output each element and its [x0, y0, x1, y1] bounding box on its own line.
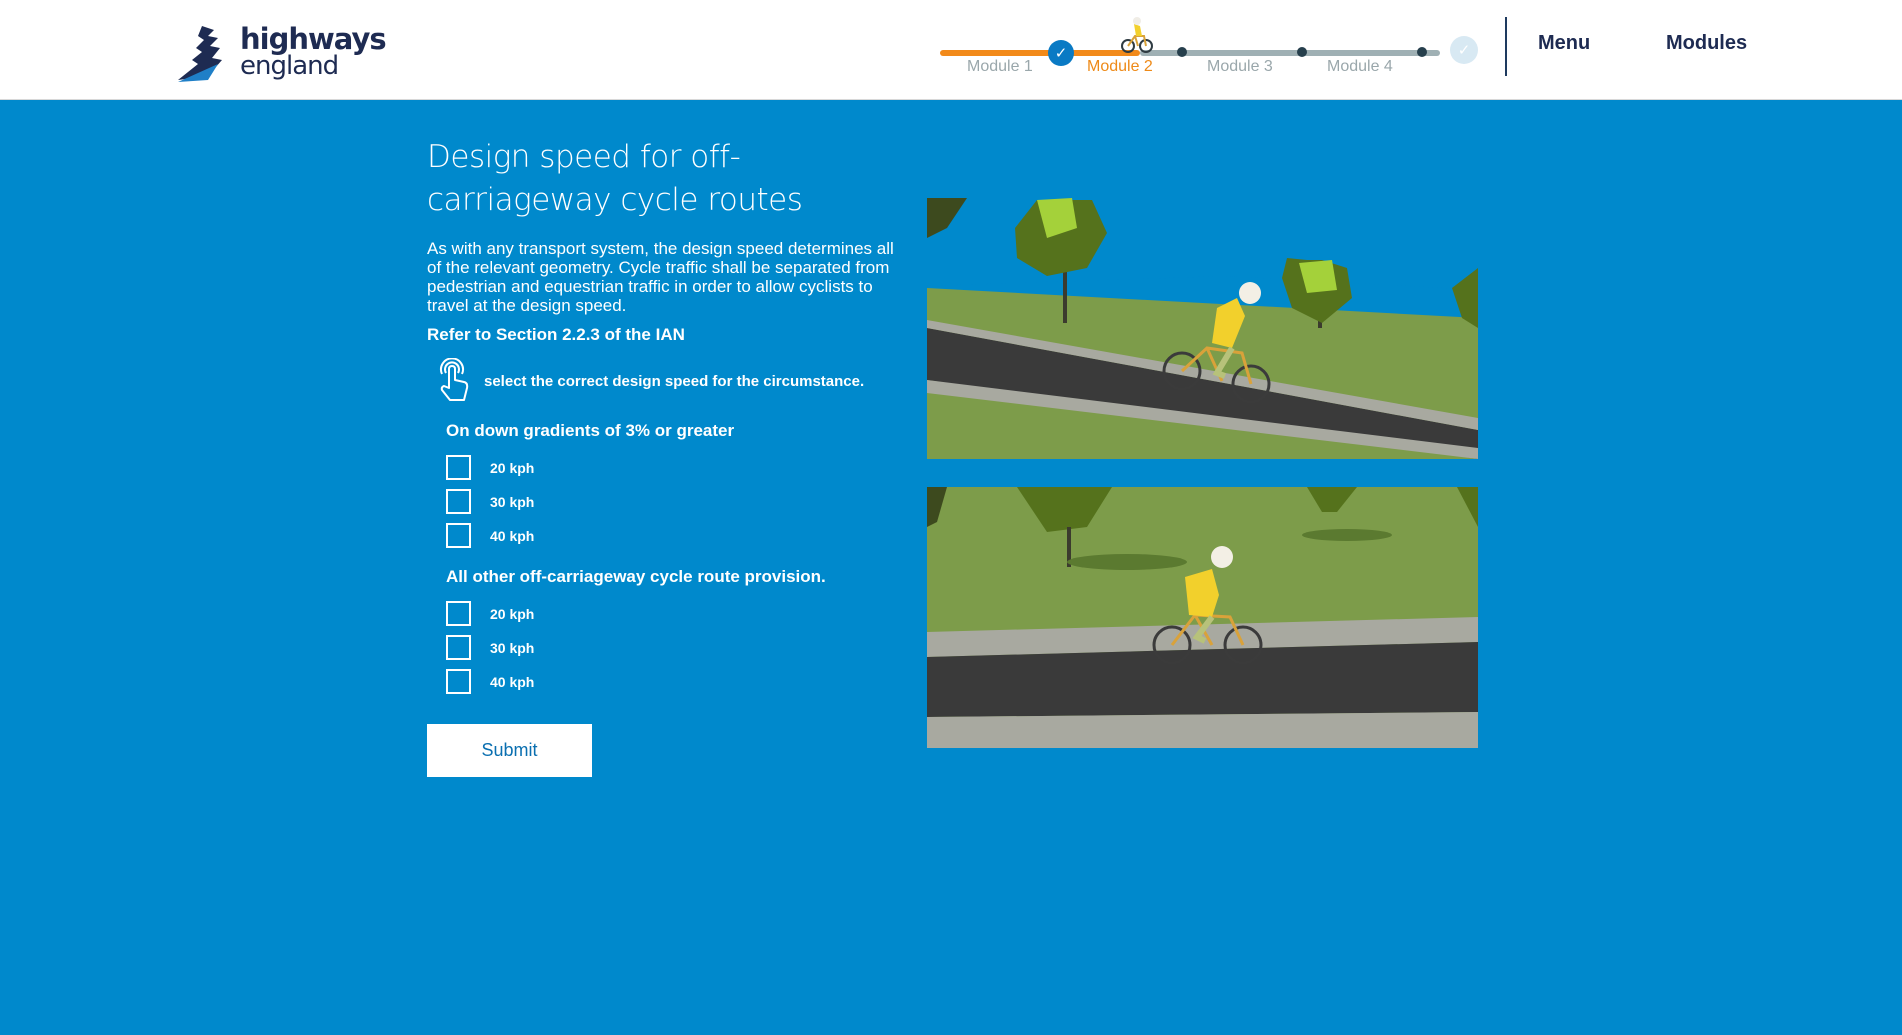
module-1-complete-check-icon: ✓: [1048, 40, 1074, 66]
progress-dot: [1177, 47, 1187, 57]
submit-button[interactable]: Submit: [427, 724, 592, 777]
q1-option-40[interactable]: 40 kph: [446, 523, 534, 548]
option-label: 20 kph: [490, 605, 535, 622]
module-progress-bar: ✓ ✓ Module 1 Module 2 Module 3 Module 4: [940, 16, 1480, 86]
checkbox[interactable]: [446, 455, 471, 480]
q2-option-20[interactable]: 20 kph: [446, 601, 534, 626]
nav-divider: [1505, 17, 1507, 76]
module-3-label[interactable]: Module 3: [1207, 58, 1273, 76]
highways-england-logo[interactable]: highways england: [178, 22, 387, 84]
flat-route-cyclist-illustration: [927, 487, 1478, 748]
cyclist-progress-marker-icon: [1121, 17, 1153, 53]
checkbox[interactable]: [446, 635, 471, 660]
option-label: 20 kph: [490, 459, 535, 476]
logo-mark-icon: [178, 26, 222, 82]
question-2-heading: All other off-carriageway cycle route pr…: [446, 567, 826, 586]
checkbox[interactable]: [446, 601, 471, 626]
hand-tap-icon: [440, 358, 469, 401]
logo-text-england: england: [240, 51, 339, 81]
q1-option-20[interactable]: 20 kph: [446, 455, 534, 480]
checkbox[interactable]: [446, 523, 471, 548]
instruction-row: select the correct design speed for the …: [436, 358, 864, 404]
header: highways england ✓ ✓ Module 1 Module 2 M…: [0, 0, 1902, 100]
checkbox[interactable]: [446, 489, 471, 514]
modules-button[interactable]: Modules: [1666, 32, 1747, 55]
option-label: 40 kph: [490, 527, 535, 544]
module-2-label[interactable]: Module 2: [1087, 58, 1153, 76]
q2-option-40[interactable]: 40 kph: [446, 669, 534, 694]
page-title: Design speed for off-carriageway cycle r…: [427, 139, 803, 218]
q2-option-30[interactable]: 30 kph: [446, 635, 534, 660]
checkbox[interactable]: [446, 669, 471, 694]
final-check-icon: ✓: [1450, 36, 1478, 64]
option-label: 30 kph: [490, 493, 535, 510]
instruction-text: select the correct design speed for the …: [484, 372, 865, 390]
progress-dot: [1297, 47, 1307, 57]
option-label: 30 kph: [490, 639, 535, 656]
menu-button[interactable]: Menu: [1538, 32, 1590, 55]
downhill-cyclist-illustration: [927, 198, 1478, 459]
module-4-label[interactable]: Module 4: [1327, 58, 1393, 76]
question-1-heading: On down gradients of 3% or greater: [446, 421, 735, 440]
intro-text: As with any transport system, the design…: [427, 239, 894, 315]
progress-dot: [1417, 47, 1427, 57]
module-1-label[interactable]: Module 1: [967, 58, 1033, 76]
q1-option-30[interactable]: 30 kph: [446, 489, 534, 514]
option-label: 40 kph: [490, 673, 535, 690]
progress-track-complete: [940, 50, 1140, 56]
section-reference: Refer to Section 2.2.3 of the IAN: [427, 325, 685, 344]
